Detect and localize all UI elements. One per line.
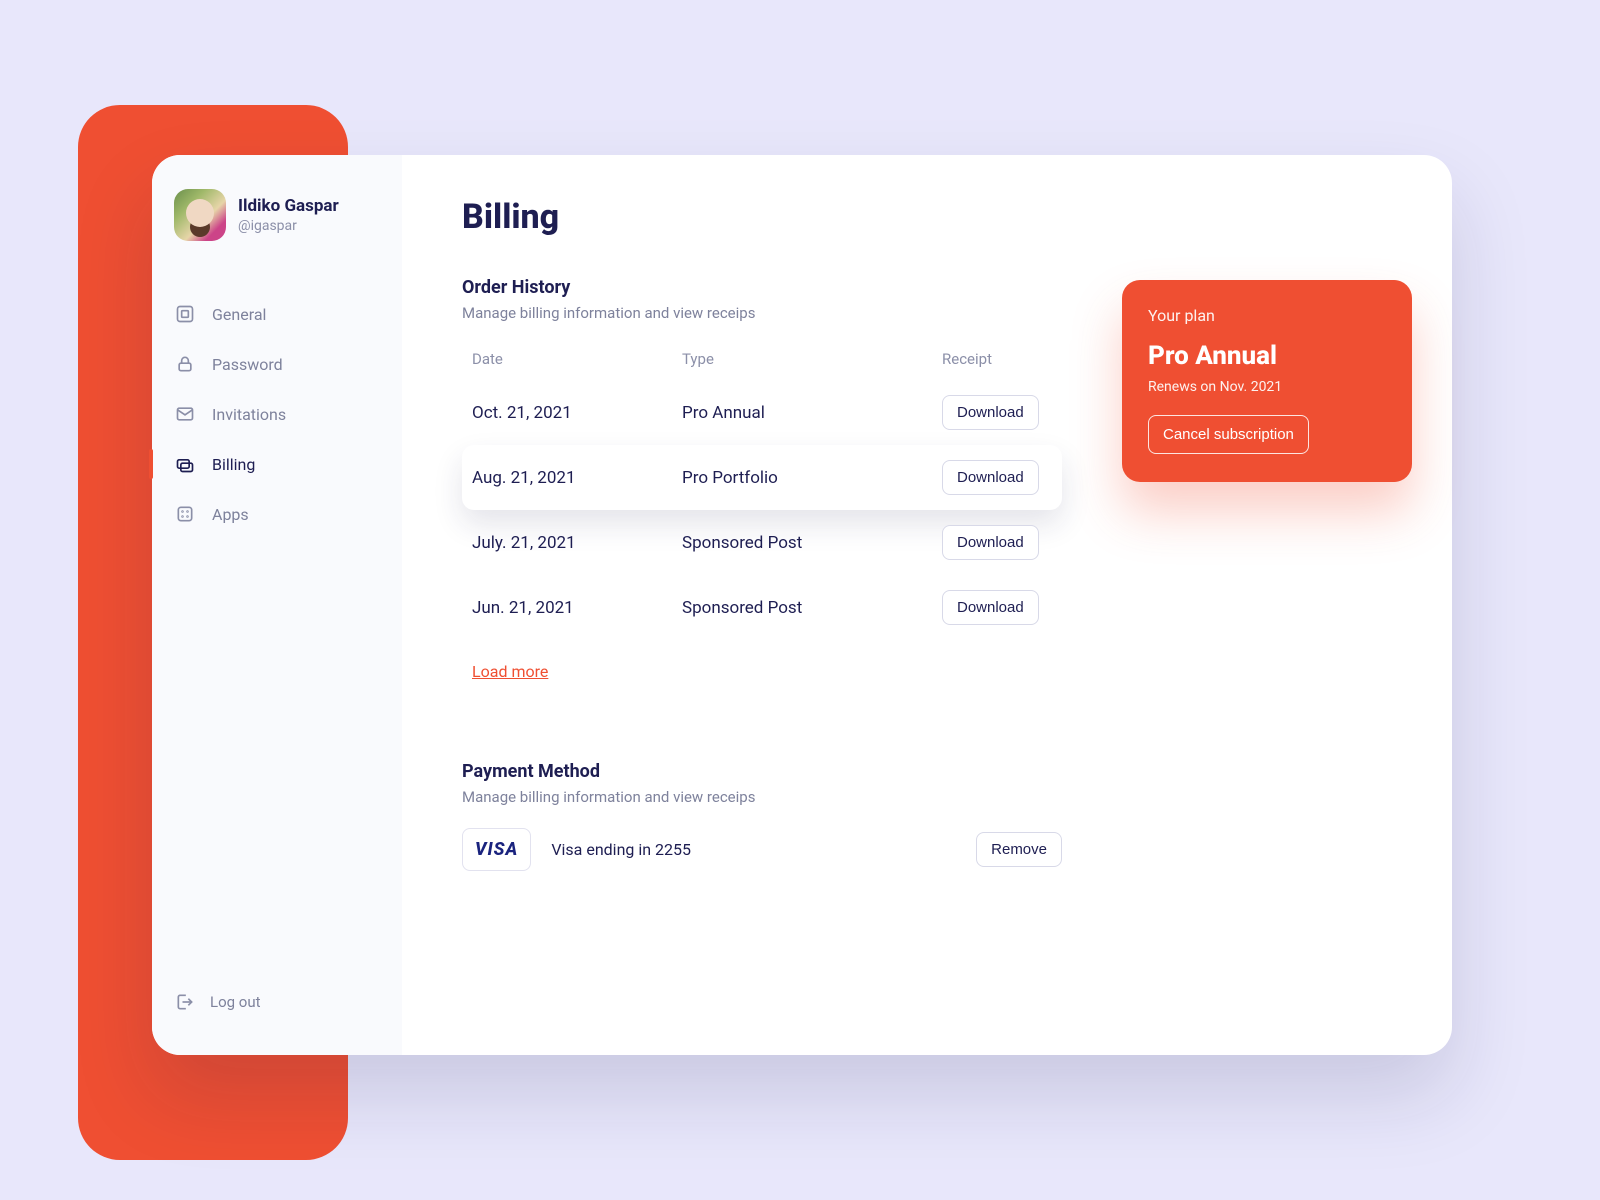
sidebar-item-general[interactable]: General bbox=[152, 289, 402, 339]
payment-description: Visa ending in 2255 bbox=[551, 840, 956, 859]
order-history-table: Date Type Receipt Oct. 21, 2021 Pro Annu… bbox=[462, 350, 1062, 640]
sidebar-item-billing[interactable]: Billing bbox=[152, 439, 402, 489]
cell-type: Pro Annual bbox=[682, 403, 942, 423]
main-content: Billing Order History Manage billing inf… bbox=[402, 155, 1452, 1055]
app-card: Ildiko Gaspar @igaspar General Password bbox=[152, 155, 1452, 1055]
cell-date: July. 21, 2021 bbox=[472, 533, 682, 553]
avatar bbox=[174, 189, 226, 241]
payment-method-subtitle: Manage billing information and view rece… bbox=[462, 788, 1392, 806]
sidebar: Ildiko Gaspar @igaspar General Password bbox=[152, 155, 402, 1055]
table-row: Oct. 21, 2021 Pro Annual Download bbox=[462, 380, 1062, 445]
billing-icon bbox=[174, 453, 196, 475]
col-receipt: Receipt bbox=[942, 350, 1072, 368]
download-button[interactable]: Download bbox=[942, 460, 1039, 495]
table-row: Jun. 21, 2021 Sponsored Post Download bbox=[462, 575, 1062, 640]
visa-icon: VISA bbox=[462, 828, 531, 871]
sidebar-item-label: General bbox=[212, 305, 266, 324]
table-row: July. 21, 2021 Sponsored Post Download bbox=[462, 510, 1062, 575]
mail-icon bbox=[174, 403, 196, 425]
table-row: Aug. 21, 2021 Pro Portfolio Download bbox=[462, 445, 1062, 510]
lock-icon bbox=[174, 353, 196, 375]
download-button[interactable]: Download bbox=[942, 395, 1039, 430]
payment-method-title: Payment Method bbox=[462, 761, 1392, 782]
page-title: Billing bbox=[462, 197, 1392, 237]
payment-method-section: Payment Method Manage billing informatio… bbox=[462, 761, 1392, 871]
cell-type: Sponsored Post bbox=[682, 598, 942, 618]
download-button[interactable]: Download bbox=[942, 590, 1039, 625]
cell-date: Aug. 21, 2021 bbox=[472, 468, 682, 488]
download-button[interactable]: Download bbox=[942, 525, 1039, 560]
sidebar-item-label: Invitations bbox=[212, 405, 286, 424]
logout-button[interactable]: Log out bbox=[152, 977, 402, 1027]
sidebar-item-label: Billing bbox=[212, 455, 255, 474]
sidebar-item-invitations[interactable]: Invitations bbox=[152, 389, 402, 439]
col-type: Type bbox=[682, 350, 942, 368]
col-date: Date bbox=[472, 350, 682, 368]
plan-card: Your plan Pro Annual Renews on Nov. 2021… bbox=[1122, 280, 1412, 482]
profile-name: Ildiko Gaspar bbox=[238, 196, 339, 216]
payment-row: VISA Visa ending in 2255 Remove bbox=[462, 828, 1062, 871]
load-more-link[interactable]: Load more bbox=[472, 662, 548, 681]
table-header: Date Type Receipt bbox=[462, 350, 1062, 380]
cancel-subscription-button[interactable]: Cancel subscription bbox=[1148, 415, 1309, 454]
sidebar-nav: General Password Invitations Billing bbox=[152, 289, 402, 539]
sidebar-item-label: Password bbox=[212, 355, 283, 374]
plan-name: Pro Annual bbox=[1148, 341, 1386, 371]
cell-date: Jun. 21, 2021 bbox=[472, 598, 682, 618]
profile-handle: @igaspar bbox=[238, 218, 339, 234]
logout-label: Log out bbox=[210, 993, 261, 1011]
cell-type: Sponsored Post bbox=[682, 533, 942, 553]
remove-payment-button[interactable]: Remove bbox=[976, 832, 1062, 867]
logout-icon bbox=[174, 991, 196, 1013]
sidebar-item-apps[interactable]: Apps bbox=[152, 489, 402, 539]
profile[interactable]: Ildiko Gaspar @igaspar bbox=[152, 183, 402, 241]
sidebar-item-label: Apps bbox=[212, 505, 249, 524]
plan-renew-text: Renews on Nov. 2021 bbox=[1148, 379, 1386, 395]
square-icon bbox=[174, 303, 196, 325]
plan-label: Your plan bbox=[1148, 306, 1386, 325]
grid-icon bbox=[174, 503, 196, 525]
cell-type: Pro Portfolio bbox=[682, 468, 942, 488]
cell-date: Oct. 21, 2021 bbox=[472, 403, 682, 423]
sidebar-item-password[interactable]: Password bbox=[152, 339, 402, 389]
